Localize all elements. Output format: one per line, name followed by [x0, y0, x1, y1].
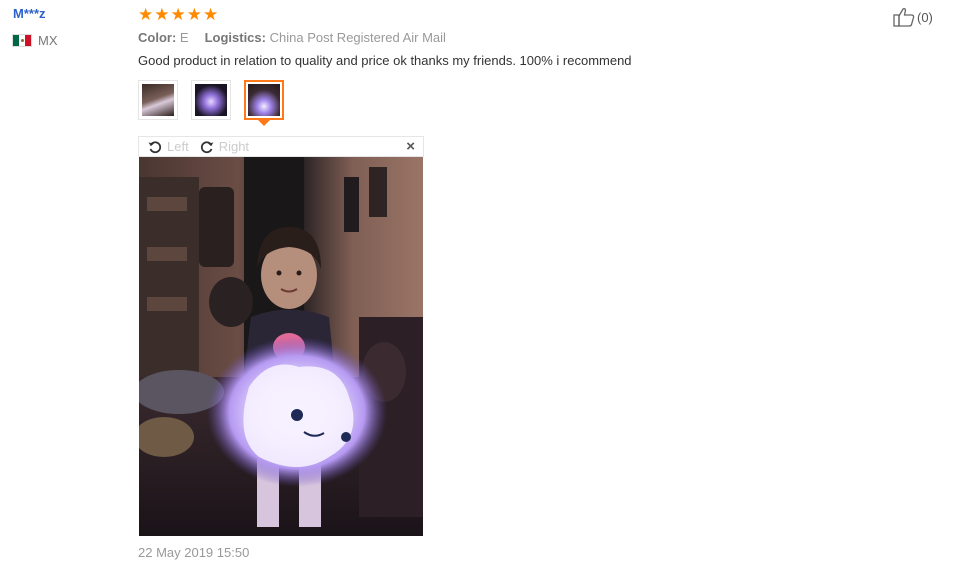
review-date: 22 May 2019 15:50 [138, 545, 250, 560]
rotate-left-button[interactable]: Left [147, 139, 189, 155]
reviewer-country: MX [12, 33, 58, 48]
review-item: M***z MX ★ ★ ★ ★ ★ Color: E Logistics: C… [0, 0, 960, 570]
photo-thumbnail-selected[interactable] [244, 80, 284, 126]
like-button[interactable]: (0) [893, 7, 933, 27]
color-info: Color: E [138, 30, 189, 45]
color-label: Color: [138, 30, 177, 45]
mexico-flag-icon [12, 34, 32, 47]
thumbs-up-icon [893, 8, 915, 27]
close-icon[interactable]: × [406, 138, 415, 155]
rotate-right-button[interactable]: Right [199, 139, 249, 155]
reviewer-name[interactable]: M***z [13, 6, 46, 21]
logistics-value: China Post Registered Air Mail [269, 30, 446, 45]
review-photo-image [139, 157, 423, 536]
review-text: Good product in relation to quality and … [138, 53, 632, 68]
rotate-left-label: Left [167, 139, 189, 154]
logistics-info: Logistics: China Post Registered Air Mai… [205, 30, 446, 45]
star-rating: ★ ★ ★ ★ ★ [138, 5, 218, 25]
review-photo [139, 157, 423, 536]
photo-thumbnail[interactable] [138, 80, 178, 120]
star-icon: ★ [138, 5, 154, 24]
rotate-right-label: Right [218, 139, 250, 154]
photo-thumbnail[interactable] [191, 80, 231, 120]
star-icon: ★ [170, 5, 186, 24]
rotate-right-icon [200, 140, 214, 153]
star-icon: ★ [186, 5, 202, 24]
star-icon: ★ [203, 5, 219, 24]
rotate-left-icon [148, 140, 161, 153]
photo-viewer-toolbar: Left Right × [138, 136, 424, 157]
logistics-label: Logistics: [204, 30, 266, 45]
like-count: (0) [917, 9, 933, 25]
order-info: Color: E Logistics: China Post Registere… [138, 30, 446, 45]
photo-thumbnails [138, 80, 284, 126]
color-value: E [179, 30, 189, 45]
country-code: MX [38, 33, 58, 48]
star-icon: ★ [154, 5, 170, 24]
